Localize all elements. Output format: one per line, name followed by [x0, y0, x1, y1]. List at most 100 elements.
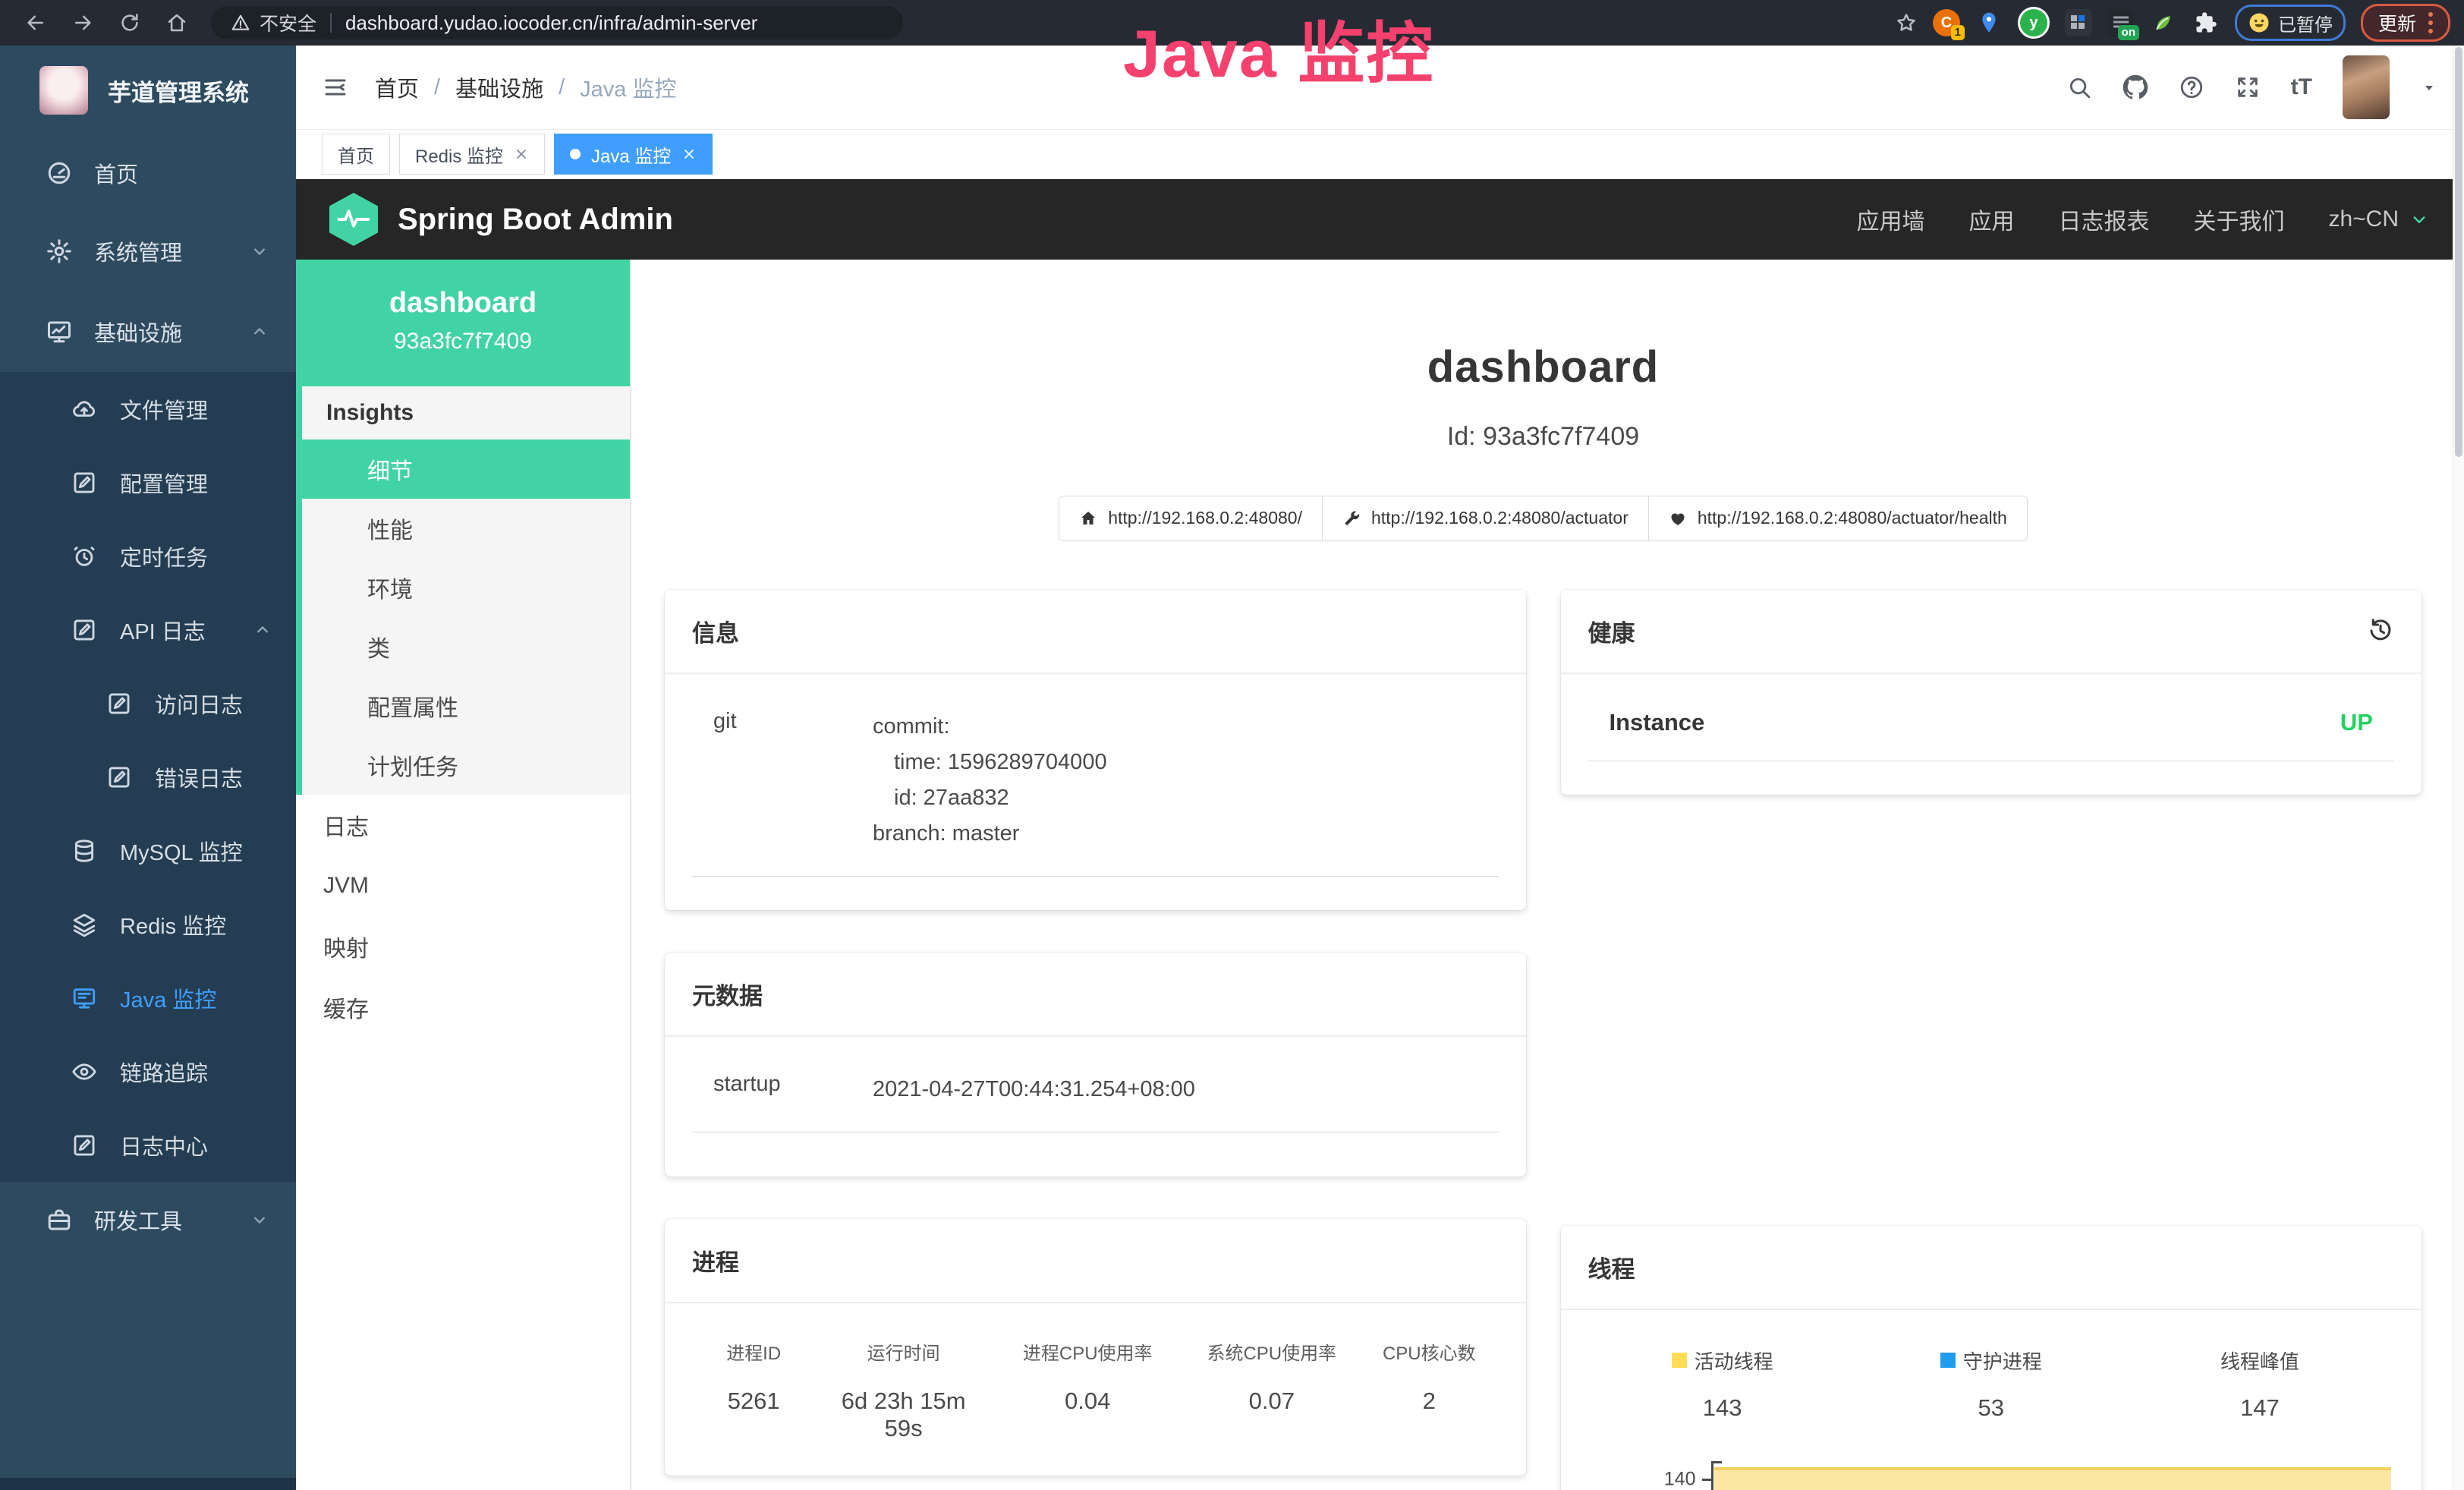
address-bar[interactable]: 不安全 dashboard.yudao.iocoder.cn/infra/adm…	[211, 6, 903, 39]
github-icon[interactable]	[2123, 74, 2148, 100]
breadcrumb-infrastructure[interactable]: 基础设施	[455, 71, 543, 103]
process-col-process-cpu: 进程CPU使用率 0.04	[992, 1338, 1184, 1442]
sba-item-environment[interactable]: 环境	[302, 558, 630, 617]
extension-icon-grid[interactable]	[2065, 9, 2092, 36]
sba-nav-journal[interactable]: 日志报表	[2058, 203, 2149, 236]
gear-icon	[46, 238, 73, 265]
health-card: 健康 Instance UP	[1561, 590, 2422, 795]
browser-back-icon[interactable]	[24, 11, 47, 34]
sidebar-item-system-management[interactable]: 系统管理	[0, 211, 296, 291]
legend-peak-threads: 线程峰值 147	[2126, 1347, 2394, 1422]
extension-icon-c[interactable]: C 1	[1933, 9, 1960, 36]
sba-item-scheduled-tasks[interactable]: 计划任务	[302, 736, 630, 795]
sba-item-caches[interactable]: 缓存	[296, 977, 630, 1038]
extension-icon-pin[interactable]	[1975, 9, 2003, 36]
sidebar-item-scheduled-tasks[interactable]: 定时任务	[0, 519, 296, 593]
edit-icon	[71, 470, 97, 496]
sidebar-item-dev-tools[interactable]: 研发工具	[0, 1182, 296, 1258]
sidebar-item-file-management[interactable]: 文件管理	[0, 372, 296, 446]
monitor-chart-icon	[46, 318, 73, 345]
sidebar-item-trace[interactable]: 链路追踪	[0, 1035, 296, 1108]
page-scrollbar[interactable]	[2453, 46, 2464, 1490]
database-icon	[71, 838, 97, 864]
threads-area-chart: 140 120 100	[1588, 1457, 2395, 1490]
extensions-puzzle-icon[interactable]	[2192, 9, 2220, 36]
user-avatar[interactable]	[2343, 55, 2390, 119]
close-icon[interactable]	[681, 146, 697, 162]
app-logo	[39, 66, 88, 115]
history-icon[interactable]	[2367, 617, 2394, 644]
sidebar-item-log-center[interactable]: 日志中心	[0, 1108, 296, 1182]
sidebar-item-error-log[interactable]: 错误日志	[0, 740, 296, 814]
extension-icon-y[interactable]: y	[2018, 7, 2050, 39]
close-icon[interactable]	[514, 146, 529, 162]
legend-live-threads: 活动线程 143	[1588, 1347, 1857, 1422]
sba-nav-about[interactable]: 关于我们	[2193, 203, 2284, 236]
sba-nav-applications[interactable]: 应用	[1968, 203, 2014, 236]
sidebar-item-api-log[interactable]: API 日志	[0, 593, 296, 666]
tab-redis-monitor[interactable]: Redis 监控	[399, 134, 545, 175]
hamburger-icon[interactable]	[322, 74, 349, 101]
sidebar-item-java-monitor[interactable]: Java 监控	[0, 961, 296, 1035]
legend-daemon-threads: 守护进程 53	[1857, 1347, 2126, 1422]
health-url-button[interactable]: http://192.168.0.2:48080/actuator/health	[1648, 496, 2028, 541]
app-title: 芋道管理系统	[108, 74, 249, 108]
timer-icon	[71, 543, 97, 569]
annotation-java-monitor: Java 监控	[1123, 0, 1434, 96]
sba-item-jvm[interactable]: JVM	[296, 855, 630, 916]
font-size-icon[interactable]: tT	[2291, 74, 2312, 100]
sba-item-classes[interactable]: 类	[302, 617, 630, 676]
breadcrumb-current: Java 监控	[580, 71, 676, 103]
browser-reload-icon[interactable]	[118, 11, 141, 34]
sba-item-mappings[interactable]: 映射	[296, 916, 630, 977]
chevron-down-icon	[249, 1209, 270, 1230]
sba-item-metrics[interactable]: 性能	[302, 499, 630, 558]
sba-header: Spring Boot Admin 应用墙 应用 日志报表 关于我们 zh~CN	[296, 179, 2464, 260]
extension-icon-on[interactable]: on	[2107, 9, 2135, 36]
browser-home-icon[interactable]	[165, 11, 188, 34]
chevron-up-icon	[252, 619, 273, 641]
browser-update-button[interactable]: 更新	[2361, 4, 2450, 42]
actuator-url-button[interactable]: http://192.168.0.2:48080/actuator	[1322, 496, 1649, 541]
sidebar-item-infrastructure[interactable]: 基础设施	[0, 291, 296, 372]
process-card-title: 进程	[665, 1219, 1526, 1303]
bookmark-star-icon[interactable]	[1895, 11, 1918, 34]
sba-sidebar: dashboard 93a3fc7f7409 Insights 细节 性能 环境…	[296, 260, 631, 1490]
profile-emoji-icon	[2248, 11, 2270, 34]
home-icon	[1079, 509, 1097, 528]
security-label: 不安全	[260, 9, 316, 36]
help-icon[interactable]	[2179, 74, 2204, 100]
scrollbar-thumb[interactable]	[2455, 47, 2462, 457]
log-edit-icon	[106, 764, 132, 790]
extension-icon-leaf[interactable]	[2150, 9, 2177, 36]
legend-blue-swatch	[1940, 1353, 1956, 1368]
heartbeat-icon	[1669, 509, 1687, 528]
fullscreen-icon[interactable]	[2235, 74, 2261, 100]
process-col-uptime: 运行时间 6d 23h 15m 59s	[815, 1338, 992, 1442]
extension-on-badge: on	[2118, 25, 2139, 40]
sidebar-item-config-management[interactable]: 配置管理	[0, 446, 296, 519]
tab-home[interactable]: 首页	[322, 134, 390, 175]
sba-item-logging[interactable]: 日志	[296, 795, 630, 855]
browser-forward-icon[interactable]	[71, 11, 94, 34]
sba-item-config-props[interactable]: 配置属性	[302, 676, 630, 736]
paused-label: 已暂停	[2278, 10, 2333, 36]
service-url-button[interactable]: http://192.168.0.2:48080/	[1059, 496, 1323, 541]
sba-item-details[interactable]: 细节	[302, 439, 630, 499]
search-icon[interactable]	[2066, 74, 2092, 100]
sidebar-item-access-log[interactable]: 访问日志	[0, 666, 296, 740]
sba-nav-wallboard[interactable]: 应用墙	[1856, 203, 1924, 236]
profile-paused-chip[interactable]: 已暂停	[2235, 5, 2346, 41]
sidebar-item-mysql-monitor[interactable]: MySQL 监控	[0, 814, 296, 887]
tab-java-monitor[interactable]: Java 监控	[554, 134, 713, 175]
sidebar-item-redis-monitor[interactable]: Redis 监控	[0, 887, 296, 961]
instance-links: http://192.168.0.2:48080/ http://192.168…	[665, 496, 2422, 541]
sidebar-collapse-bar[interactable]	[0, 1478, 296, 1490]
instance-header: dashboard 93a3fc7f7409	[296, 260, 630, 386]
sidebar-item-home[interactable]: 首页	[0, 135, 296, 211]
browser-menu-dots-icon[interactable]	[2428, 12, 2433, 33]
breadcrumb-home[interactable]: 首页	[375, 71, 419, 103]
layers-icon	[71, 912, 97, 937]
sba-locale-select[interactable]: zh~CN	[2328, 206, 2431, 232]
avatar-caret-icon[interactable]	[2420, 78, 2438, 96]
